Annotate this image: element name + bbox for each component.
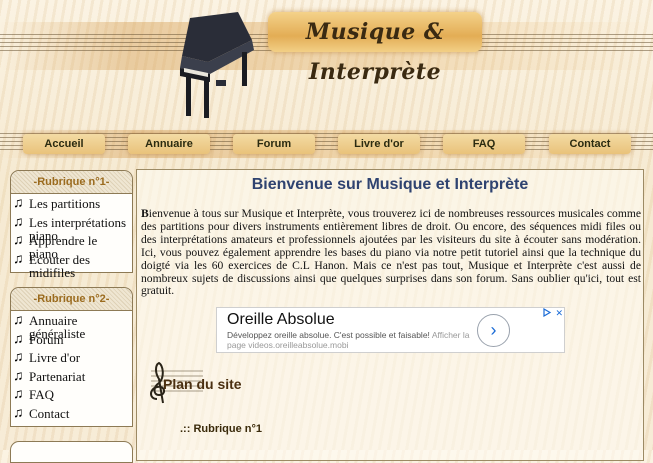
nav-faq[interactable]: FAQ <box>443 134 525 154</box>
ad-arrow-button[interactable]: › <box>477 314 510 347</box>
nav-livre-dor[interactable]: Livre d'or <box>338 134 420 154</box>
nav-contact[interactable]: Contact <box>549 134 631 154</box>
ad-close-icon[interactable]: ✕ <box>555 308 563 319</box>
sidebar-item-livre-dor[interactable]: ♫ Livre d'or <box>13 351 130 370</box>
music-note-icon: ♫ <box>13 405 24 421</box>
page-title: Bienvenue sur Musique et Interprète <box>251 176 529 193</box>
sidebar-item-midifiles[interactable]: ♫ Ecouter des midifiles <box>13 251 130 279</box>
site-map-rubrique-1[interactable]: .:: Rubrique n°1 <box>180 423 262 435</box>
nav-accueil[interactable]: Accueil <box>23 134 105 154</box>
music-note-icon: ♫ <box>13 387 24 402</box>
site-header: Musique & Interprète <box>0 0 653 130</box>
sidebar-item-apprendre[interactable]: ♫ Apprendre le piano <box>13 233 130 261</box>
ad-banner[interactable]: Oreille Absolue Développez oreille absol… <box>216 307 565 353</box>
music-note-icon: ♫ <box>13 350 24 365</box>
rubrique-2-title: -Rubrique n°2- <box>11 288 132 311</box>
site-title-logo: Musique & Interprète <box>268 12 482 85</box>
ad-title[interactable]: Oreille Absolue <box>227 311 335 329</box>
ad-description: Développez oreille absolue. C'est possib… <box>227 330 470 350</box>
intro-text: ienvenue à tous sur Musique et Interprèt… <box>141 207 641 298</box>
nav-forum[interactable]: Forum <box>233 134 315 154</box>
intro-dropcap: B <box>141 207 149 220</box>
music-note-icon: ♫ <box>13 196 24 211</box>
intro-paragraph: Bienvenue à tous sur Musique et Interprè… <box>141 207 641 298</box>
sidebar-rubrique-1: -Rubrique n°1- ♫ Les partitions ♫ Les inte… <box>10 170 133 279</box>
sidebar-item-interpretations[interactable]: ♫ Les interprétations piano <box>13 214 130 242</box>
music-note-icon: ♫ <box>13 214 24 230</box>
main-content: Bienvenue sur Musique et Interprète Bien… <box>136 169 644 461</box>
piano-logo <box>168 10 264 122</box>
music-note-icon: ♫ <box>13 233 24 248</box>
main-nav: Accueil Annuaire Forum Livre d'or FAQ Co… <box>0 130 653 158</box>
sidebar-item-partitions[interactable]: ♫ Les partitions <box>13 197 130 216</box>
sidebar-item-contact[interactable]: ♫ Contact <box>13 405 130 426</box>
sidebar-item-faq[interactable]: ♫ FAQ <box>13 388 130 407</box>
sidebar-item-partenariat[interactable]: ♫ Partenariat <box>13 368 130 389</box>
sidebar-rubrique-3-partial <box>10 441 133 463</box>
nav-annuaire[interactable]: Annuaire <box>128 134 210 154</box>
ad-choices-icon[interactable] <box>542 307 552 318</box>
sidebar-item-annuaire[interactable]: ♫ Annuaire généraliste <box>13 313 130 341</box>
music-note-icon: ♫ <box>13 251 24 267</box>
music-note-icon: ♫ <box>13 368 24 384</box>
music-note-icon: ♫ <box>13 331 24 347</box>
rubrique-1-title: -Rubrique n°1- <box>11 171 132 194</box>
site-map-title: Plan du site <box>163 376 242 392</box>
sidebar-rubrique-2: -Rubrique n°2- ♫ Annuaire généraliste ♫ Fo… <box>10 287 133 427</box>
site-map-heading: Plan du site <box>143 361 343 409</box>
music-note-icon: ♫ <box>13 313 24 328</box>
sidebar-item-forum[interactable]: ♫ Forum <box>13 331 130 352</box>
